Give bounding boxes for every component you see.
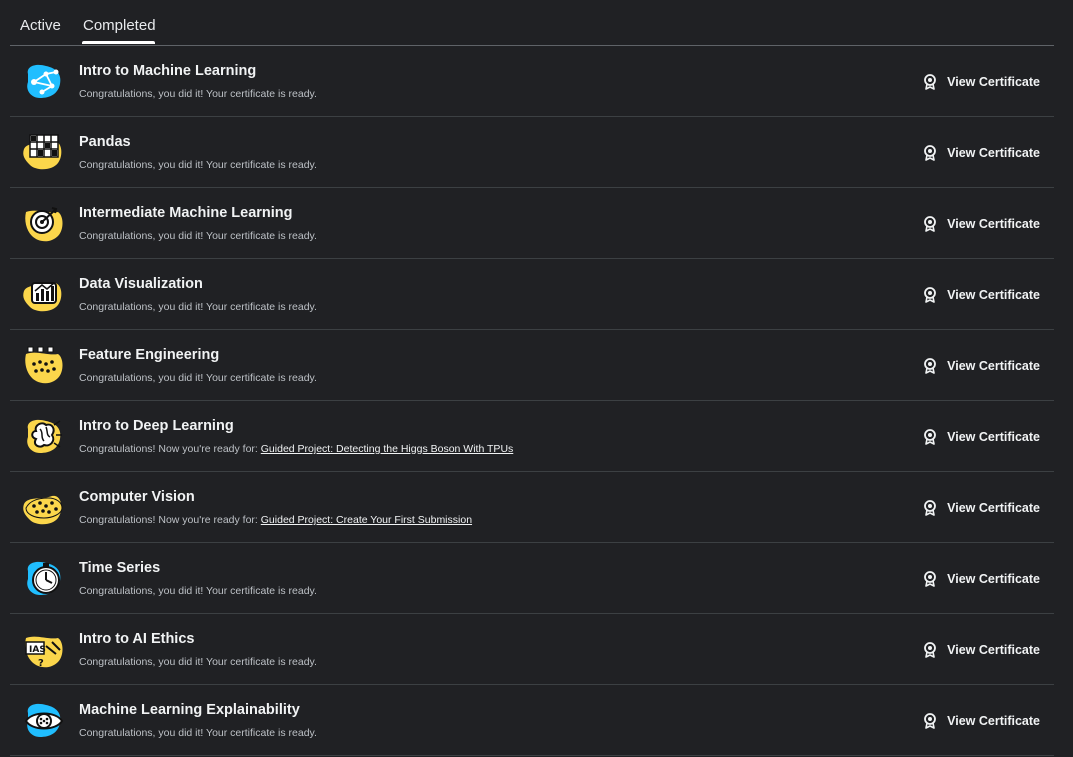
svg-text:IAS: IAS — [29, 645, 46, 655]
course-status-message: Congratulations, you did it! Your certif… — [79, 159, 317, 171]
view-certificate-label: View Certificate — [947, 217, 1040, 231]
certificate-icon — [923, 74, 937, 90]
computer-vision-icon — [22, 486, 66, 530]
view-certificate-button[interactable]: View Certificate — [923, 570, 1040, 588]
view-certificate-label: View Certificate — [947, 359, 1040, 373]
completed-course-list: Intro to Machine Learning Congratulation… — [10, 46, 1054, 756]
course-status-message: Congratulations, you did it! Your certif… — [79, 585, 317, 597]
view-certificate-label: View Certificate — [947, 75, 1040, 89]
course-status-message: Congratulations! Now you're ready for: G… — [79, 514, 472, 526]
view-certificate-button[interactable]: View Certificate — [923, 286, 1040, 304]
certificate-icon — [923, 500, 937, 516]
view-certificate-button[interactable]: View Certificate — [923, 144, 1040, 162]
course-status-message: Congratulations! Now you're ready for: G… — [79, 443, 513, 455]
status-text: Congratulations, you did it! Your certif… — [79, 230, 317, 242]
brain-network-icon — [22, 415, 66, 459]
course-status-message: Congratulations, you did it! Your certif… — [79, 656, 317, 668]
course-title[interactable]: Intro to Deep Learning — [79, 418, 234, 434]
guided-project-link[interactable]: Guided Project: Detecting the Higgs Boso… — [261, 443, 514, 455]
view-certificate-button[interactable]: View Certificate — [923, 215, 1040, 233]
course-status-message: Congratulations, you did it! Your certif… — [79, 88, 317, 100]
view-certificate-label: View Certificate — [947, 572, 1040, 586]
course-title[interactable]: Data Visualization — [79, 276, 203, 292]
view-certificate-label: View Certificate — [947, 714, 1040, 728]
course-status-message: Congratulations, you did it! Your certif… — [79, 372, 317, 384]
course-status-message: Congratulations, you did it! Your certif… — [79, 230, 317, 242]
pandas-grid-icon — [22, 131, 66, 175]
course-title[interactable]: Feature Engineering — [79, 347, 219, 363]
course-title[interactable]: Intro to Machine Learning — [79, 63, 256, 79]
chart-icon — [22, 273, 66, 317]
view-certificate-button[interactable]: View Certificate — [923, 712, 1040, 730]
status-text: Congratulations, you did it! Your certif… — [79, 727, 317, 739]
course-row[interactable]: Computer Vision Congratulations! Now you… — [10, 472, 1054, 543]
stopwatch-icon — [22, 557, 66, 601]
view-certificate-button[interactable]: View Certificate — [923, 641, 1040, 659]
course-row[interactable]: Intro to Deep Learning Congratulations! … — [10, 401, 1054, 472]
course-tabs: Active Completed — [10, 0, 1054, 46]
feature-engineering-icon — [22, 344, 66, 388]
active-tab-indicator — [82, 41, 155, 44]
svg-text:?: ? — [38, 658, 44, 669]
course-status-message: Congratulations, you did it! Your certif… — [79, 727, 317, 739]
course-title[interactable]: Pandas — [79, 134, 131, 150]
course-row[interactable]: Intermediate Machine Learning Congratula… — [10, 188, 1054, 259]
view-certificate-label: View Certificate — [947, 430, 1040, 444]
course-title[interactable]: Machine Learning Explainability — [79, 702, 300, 718]
target-icon — [22, 202, 66, 246]
course-title[interactable]: Intro to AI Ethics — [79, 631, 194, 647]
course-row[interactable]: Data Visualization Congratulations, you … — [10, 259, 1054, 330]
view-certificate-button[interactable]: View Certificate — [923, 428, 1040, 446]
course-row[interactable]: Feature Engineering Congratulations, you… — [10, 330, 1054, 401]
view-certificate-label: View Certificate — [947, 643, 1040, 657]
course-title[interactable]: Intermediate Machine Learning — [79, 205, 293, 221]
certificate-icon — [923, 642, 937, 658]
tab-completed[interactable]: Completed — [83, 17, 156, 34]
machine-learning-icon — [22, 60, 66, 104]
course-status-message: Congratulations, you did it! Your certif… — [79, 301, 317, 313]
view-certificate-button[interactable]: View Certificate — [923, 499, 1040, 517]
status-text: Congratulations, you did it! Your certif… — [79, 656, 317, 668]
view-certificate-label: View Certificate — [947, 146, 1040, 160]
status-text: Congratulations! Now you're ready for: — [79, 443, 261, 455]
view-certificate-button[interactable]: View Certificate — [923, 73, 1040, 91]
certificate-icon — [923, 358, 937, 374]
certificate-icon — [923, 216, 937, 232]
course-row[interactable]: Time Series Congratulations, you did it!… — [10, 543, 1054, 614]
certificate-icon — [923, 287, 937, 303]
status-text: Congratulations, you did it! Your certif… — [79, 301, 317, 313]
course-row[interactable]: Pandas Congratulations, you did it! Your… — [10, 117, 1054, 188]
status-text: Congratulations, you did it! Your certif… — [79, 88, 317, 100]
status-text: Congratulations, you did it! Your certif… — [79, 585, 317, 597]
tab-active[interactable]: Active — [20, 17, 61, 34]
status-text: Congratulations! Now you're ready for: — [79, 514, 261, 526]
eye-icon — [22, 699, 66, 743]
certificate-icon — [923, 145, 937, 161]
course-row[interactable]: Intro to Machine Learning Congratulation… — [10, 46, 1054, 117]
certificate-icon — [923, 713, 937, 729]
guided-project-link[interactable]: Guided Project: Create Your First Submis… — [261, 514, 472, 526]
status-text: Congratulations, you did it! Your certif… — [79, 159, 317, 171]
view-certificate-button[interactable]: View Certificate — [923, 357, 1040, 375]
course-title[interactable]: Time Series — [79, 560, 160, 576]
certificate-icon — [923, 429, 937, 445]
course-title[interactable]: Computer Vision — [79, 489, 195, 505]
certificate-icon — [923, 571, 937, 587]
course-row[interactable]: IAS ? Intro to AI Ethics Congratulations… — [10, 614, 1054, 685]
status-text: Congratulations, you did it! Your certif… — [79, 372, 317, 384]
view-certificate-label: View Certificate — [947, 288, 1040, 302]
view-certificate-label: View Certificate — [947, 501, 1040, 515]
course-row[interactable]: Machine Learning Explainability Congratu… — [10, 685, 1054, 756]
ai-ethics-icon: IAS ? — [22, 628, 66, 672]
